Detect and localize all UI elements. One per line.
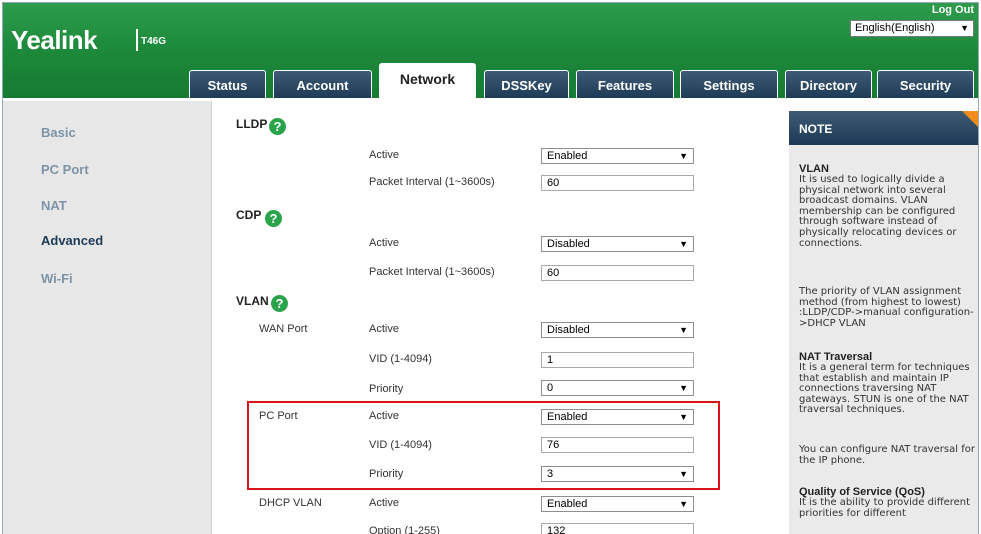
wan-priority-select[interactable]: 0 ▼: [541, 380, 694, 396]
note-corner-decoration: [962, 111, 978, 129]
dhcp-active-label: Active: [369, 497, 399, 509]
note-vlan-priority-text: The priority of VLAN assignment method (…: [799, 286, 974, 329]
lldp-interval-label: Packet Interval (1~3600s): [369, 176, 495, 188]
lldp-active-value: Enabled: [547, 150, 588, 162]
lldp-interval-input[interactable]: 60: [541, 175, 694, 191]
lldp-help-icon[interactable]: ?: [269, 118, 286, 135]
chevron-down-icon: ▼: [679, 469, 688, 479]
sidebar-item-pc-port[interactable]: PC Port: [41, 162, 89, 177]
wan-active-value: Disabled: [547, 324, 590, 336]
chevron-down-icon: ▼: [679, 499, 688, 509]
pc-vid-input[interactable]: 76: [541, 437, 694, 453]
tab-network[interactable]: Network: [379, 63, 476, 101]
pc-priority-label: Priority: [369, 468, 404, 480]
lldp-active-select[interactable]: Enabled ▼: [541, 148, 694, 164]
tab-account[interactable]: Account: [273, 70, 372, 99]
wan-vid-input[interactable]: 1: [541, 352, 694, 368]
pc-port-label: PC Port: [259, 410, 298, 422]
note-nat-text: It is a general term for techniques that…: [799, 362, 970, 416]
tab-dsskey[interactable]: DSSKey: [484, 70, 569, 99]
wan-port-label: WAN Port: [259, 323, 308, 335]
chevron-down-icon: ▼: [679, 383, 688, 393]
note-panel: NOTE VLAN It is used to logically divide…: [789, 111, 978, 534]
wan-active-label: Active: [369, 323, 399, 335]
wan-priority-label: Priority: [369, 383, 404, 395]
chevron-down-icon: ▼: [679, 412, 688, 422]
cdp-help-icon[interactable]: ?: [265, 210, 282, 227]
dhcp-active-value: Enabled: [547, 498, 588, 510]
wan-vid-label: VID (1-4094): [369, 353, 432, 365]
cdp-active-value: Disabled: [547, 238, 590, 250]
note-header: NOTE: [789, 111, 978, 145]
wan-active-select[interactable]: Disabled ▼: [541, 322, 694, 338]
logo-separator: [136, 29, 138, 51]
cdp-title: CDP: [236, 208, 262, 222]
pc-priority-value: 3: [547, 468, 554, 480]
tab-features[interactable]: Features: [576, 70, 674, 99]
sidebar-item-nat[interactable]: NAT: [41, 198, 67, 213]
chevron-down-icon: ▼: [679, 239, 688, 249]
web-admin-window: Yealink T46G Log Out English(English) ▼ …: [2, 2, 979, 534]
cdp-interval-label: Packet Interval (1~3600s): [369, 266, 495, 278]
brand-logo: Yealink: [11, 25, 98, 55]
logout-link[interactable]: Log Out: [932, 4, 974, 16]
note-nat-configure-text: You can configure NAT traversal for the …: [799, 444, 975, 466]
cdp-interval-input[interactable]: 60: [541, 265, 694, 281]
sidebar-item-basic[interactable]: Basic: [41, 125, 76, 140]
lldp-title: LLDP: [236, 117, 268, 131]
vlan-title: VLAN: [236, 294, 269, 308]
note-title: NOTE: [799, 122, 833, 136]
chevron-down-icon: ▼: [679, 151, 688, 161]
dhcp-vlan-label: DHCP VLAN: [259, 497, 322, 509]
cdp-active-label: Active: [369, 237, 399, 249]
sidebar: Basic PC Port NAT Advanced Wi-Fi: [3, 101, 212, 534]
pc-active-select[interactable]: Enabled ▼: [541, 409, 694, 425]
cdp-active-select[interactable]: Disabled ▼: [541, 236, 694, 252]
pc-priority-select[interactable]: 3 ▼: [541, 466, 694, 482]
note-vlan-text: It is used to logically divide a physica…: [799, 174, 957, 249]
lldp-active-label: Active: [369, 149, 399, 161]
dhcp-active-select[interactable]: Enabled ▼: [541, 496, 694, 512]
pc-vid-label: VID (1-4094): [369, 439, 432, 451]
chevron-down-icon: ▼: [679, 325, 688, 335]
language-value: English(English): [855, 22, 935, 34]
pc-active-label: Active: [369, 410, 399, 422]
vlan-help-icon[interactable]: ?: [271, 295, 288, 312]
header-bar: Yealink T46G Log Out English(English) ▼ …: [3, 3, 978, 101]
note-qos-text: It is the ability to provide different p…: [799, 497, 971, 519]
tab-directory[interactable]: Directory: [785, 70, 872, 99]
tab-security[interactable]: Security: [877, 70, 974, 99]
dhcp-option-input[interactable]: 132: [541, 523, 694, 534]
sidebar-item-advanced[interactable]: Advanced: [41, 233, 103, 248]
dhcp-option-label: Option (1-255): [369, 525, 440, 534]
pc-active-value: Enabled: [547, 411, 588, 423]
sidebar-item-wifi[interactable]: Wi-Fi: [41, 271, 73, 286]
language-select[interactable]: English(English) ▼: [850, 20, 974, 37]
tab-settings[interactable]: Settings: [680, 70, 778, 99]
wan-priority-value: 0: [547, 382, 554, 394]
tab-status[interactable]: Status: [189, 70, 266, 99]
model-name: T46G: [141, 36, 167, 47]
chevron-down-icon: ▼: [960, 23, 969, 33]
